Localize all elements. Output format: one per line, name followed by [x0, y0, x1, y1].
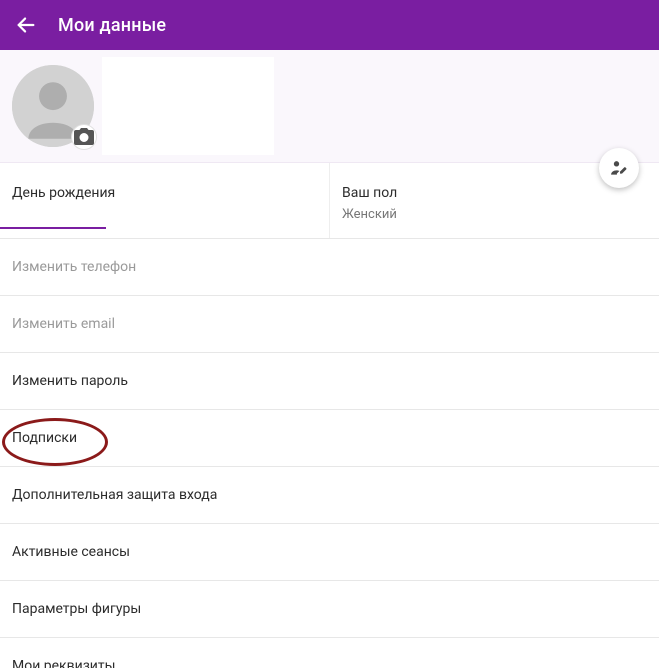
camera-icon [72, 125, 96, 149]
avatar[interactable] [12, 65, 94, 147]
menu-change-email[interactable]: Изменить email [0, 296, 659, 353]
gender-label: Ваш пол [342, 185, 647, 201]
active-tab-indicator [0, 227, 106, 229]
arrow-left-icon [15, 14, 37, 36]
name-area [102, 57, 274, 155]
gender-value: Женский [342, 207, 647, 222]
person-edit-icon [609, 158, 629, 178]
back-button[interactable] [14, 13, 38, 37]
change-photo-button[interactable] [72, 125, 96, 149]
page-title: Мои данные [58, 15, 166, 36]
menu-figure-params[interactable]: Параметры фигуры [0, 581, 659, 638]
menu-change-phone[interactable]: Изменить телефон [0, 239, 659, 296]
menu-change-password[interactable]: Изменить пароль [0, 353, 659, 410]
app-bar: Мои данные [0, 0, 659, 50]
edit-profile-fab[interactable] [599, 148, 639, 188]
menu-extra-security[interactable]: Дополнительная защита входа [0, 467, 659, 524]
menu-my-requisites[interactable]: Мои реквизиты [0, 638, 659, 668]
menu-active-sessions[interactable]: Активные сеансы [0, 524, 659, 581]
menu-subscriptions[interactable]: Подписки [0, 410, 659, 467]
birthday-label: День рождения [12, 185, 317, 201]
profile-header [0, 50, 659, 163]
